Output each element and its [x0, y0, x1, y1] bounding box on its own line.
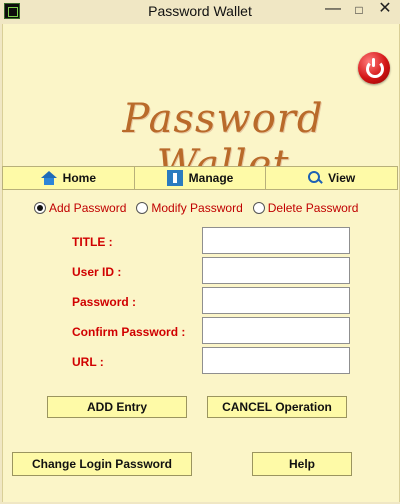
help-button[interactable]: Help	[252, 452, 352, 476]
cancel-operation-button[interactable]: CANCEL Operation	[207, 396, 347, 418]
radio-label: Delete Password	[267, 201, 359, 215]
manage-icon	[166, 170, 183, 186]
title-label: TITLE :	[72, 235, 113, 249]
radio-add-password[interactable]: Add Password	[34, 201, 126, 215]
close-button[interactable]: ✕	[370, 0, 400, 20]
tab-home[interactable]: Home	[3, 167, 135, 189]
radio-indicator	[252, 202, 265, 214]
userid-label: User ID :	[72, 265, 122, 279]
radio-indicator	[136, 202, 149, 214]
radio-delete-password[interactable]: Delete Password	[252, 201, 359, 215]
tab-view-label: View	[328, 171, 356, 185]
userid-input[interactable]	[202, 257, 350, 284]
maximize-button[interactable]: □	[346, 0, 372, 20]
password-label: Password :	[72, 295, 137, 309]
tab-home-label: Home	[62, 171, 96, 185]
mode-radio-group: Add Password Modify Password Delete Pass…	[34, 201, 368, 215]
power-icon[interactable]	[358, 52, 390, 84]
home-icon	[40, 171, 57, 185]
tab-manage-label: Manage	[188, 171, 234, 185]
tab-manage[interactable]: Manage	[135, 167, 267, 189]
confirm-password-label: Confirm Password :	[72, 325, 186, 339]
radio-indicator	[34, 202, 46, 214]
add-entry-button[interactable]: ADD Entry	[47, 396, 187, 418]
confirm-password-input[interactable]	[202, 317, 350, 344]
radio-label: Add Password	[49, 201, 127, 215]
title-input[interactable]	[202, 227, 350, 254]
radio-modify-password[interactable]: Modify Password	[136, 201, 243, 215]
nav-bar: Home Manage View	[2, 166, 398, 190]
tab-view[interactable]: View	[266, 167, 397, 189]
title-bar: Password Wallet — □ ✕	[0, 0, 400, 24]
minimize-button[interactable]: —	[320, 0, 346, 20]
radio-label: Modify Password	[151, 201, 243, 215]
password-input[interactable]	[202, 287, 350, 314]
url-label: URL :	[72, 355, 104, 369]
search-icon	[308, 171, 322, 185]
url-input[interactable]	[202, 347, 350, 374]
change-login-password-button[interactable]: Change Login Password	[12, 452, 192, 476]
